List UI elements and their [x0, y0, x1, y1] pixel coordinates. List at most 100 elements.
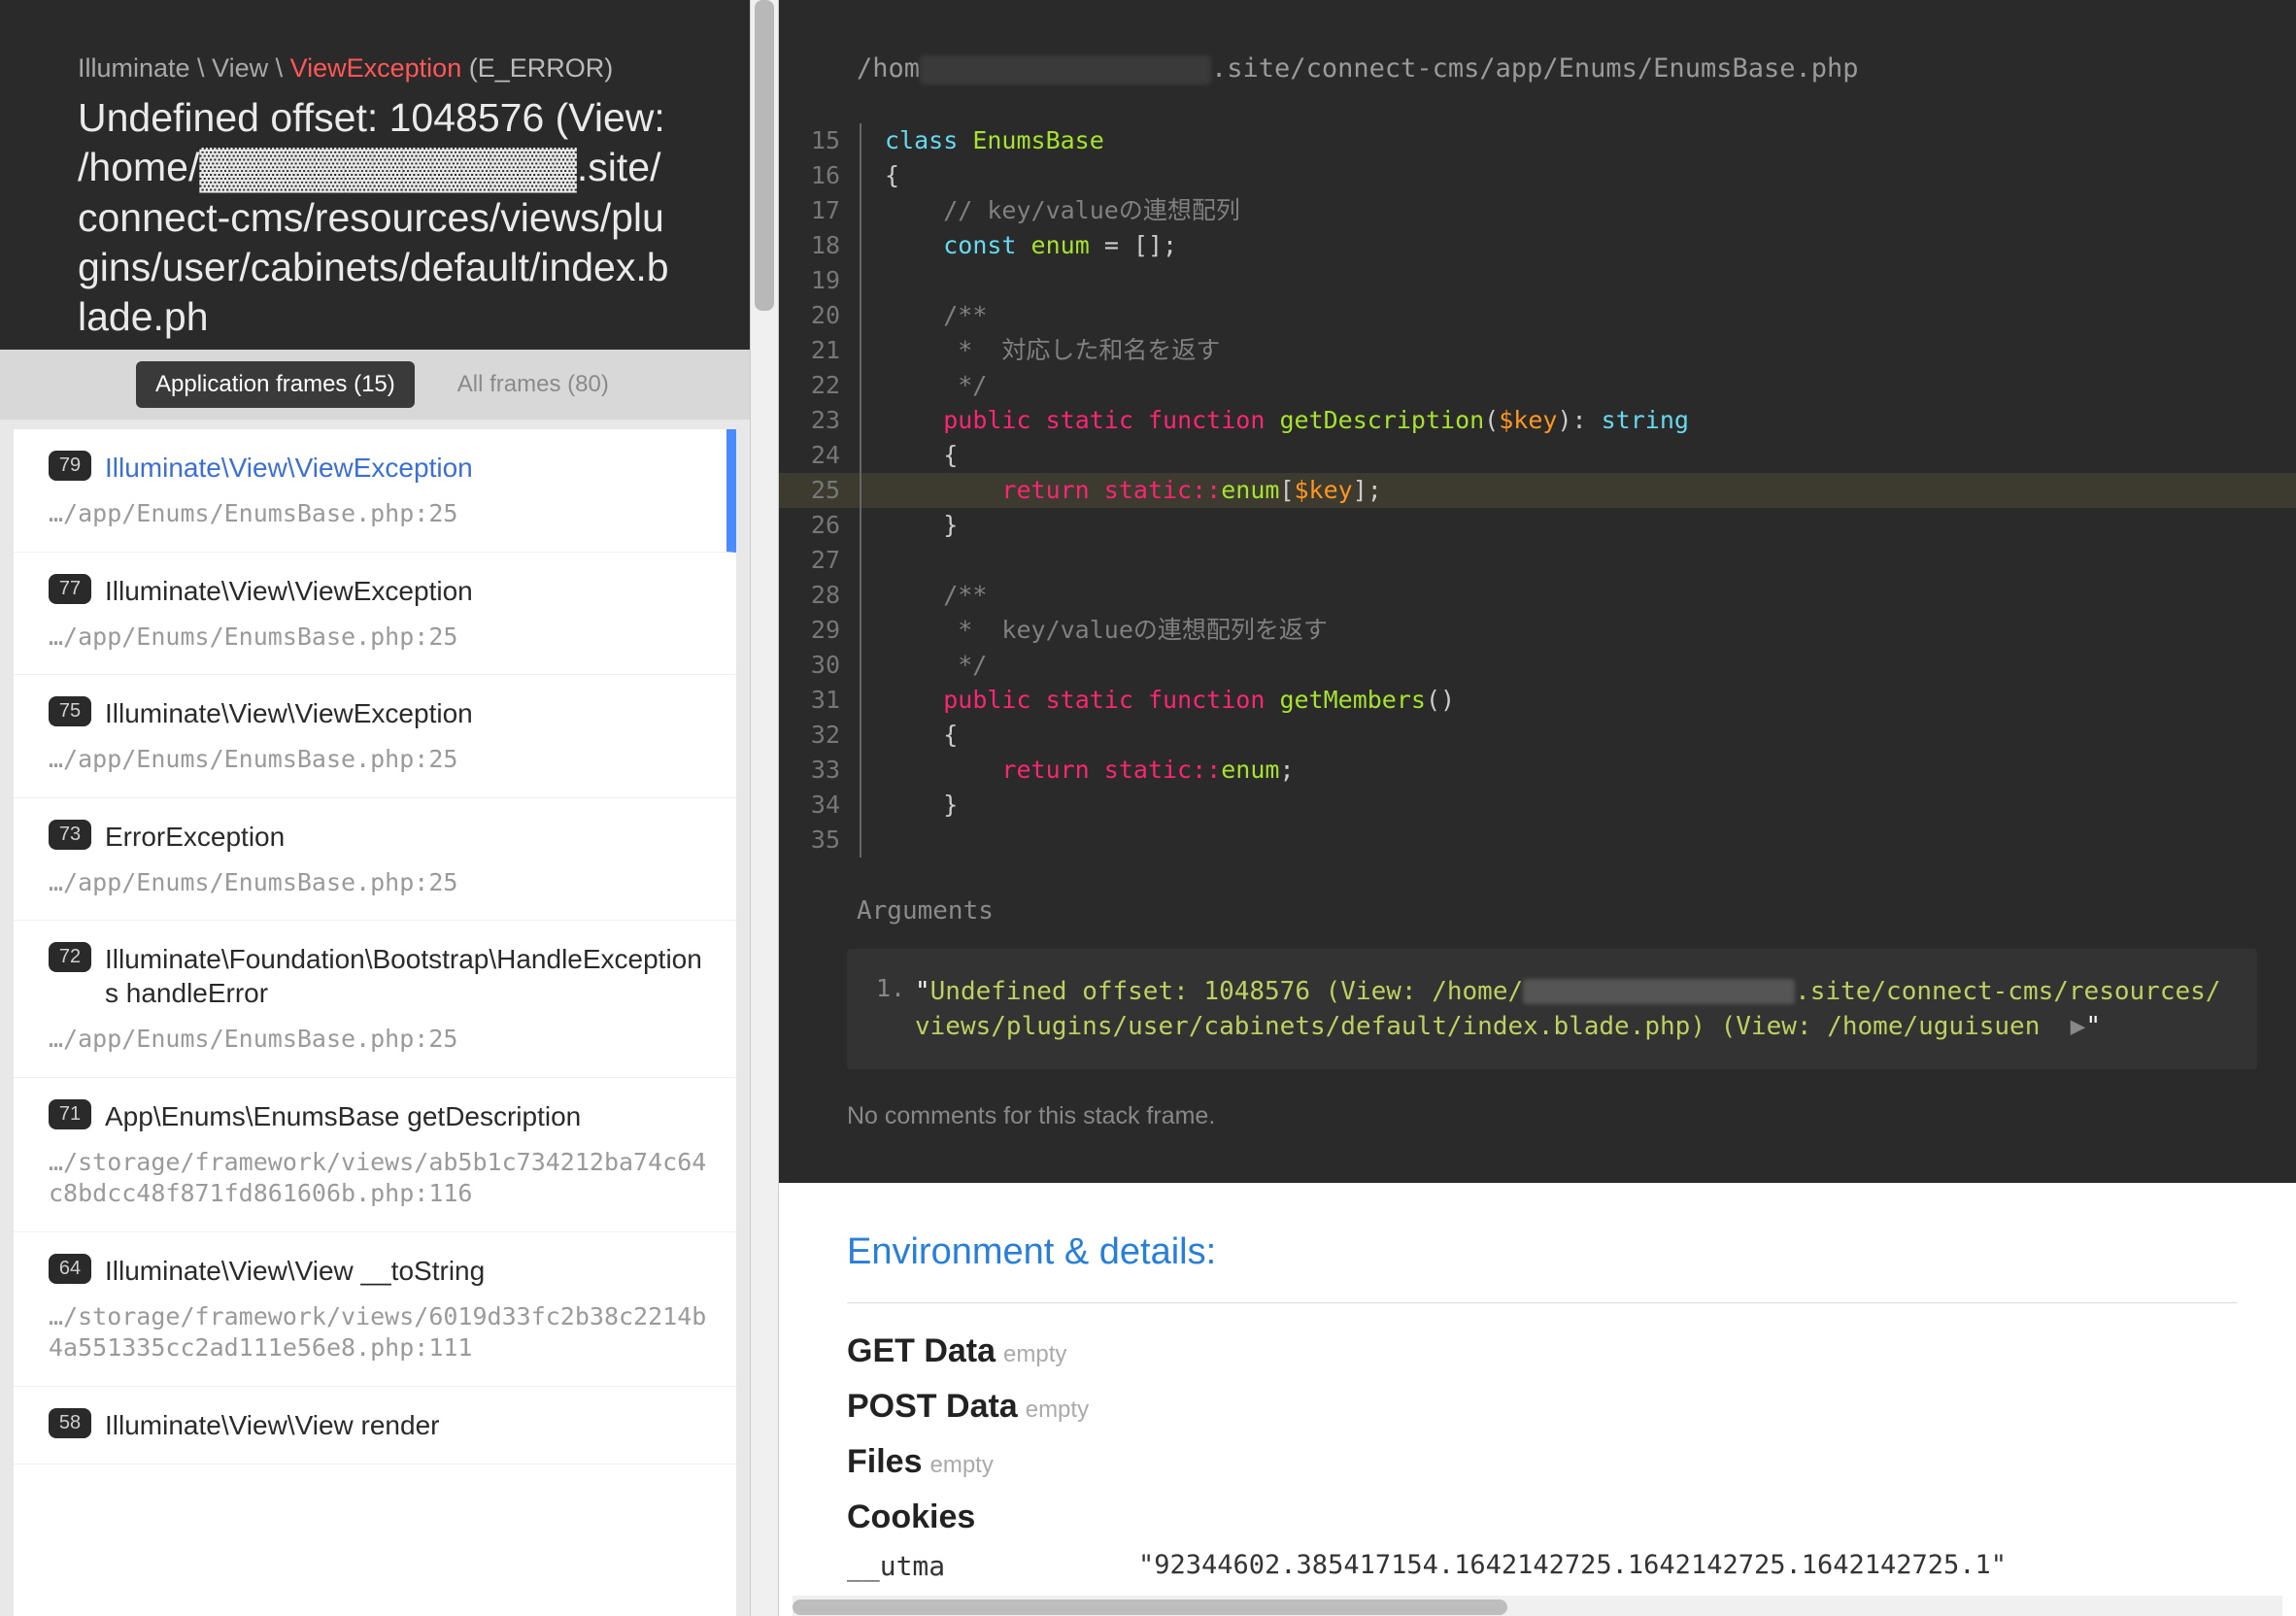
- env-empty: empty: [1003, 1341, 1066, 1367]
- env-label: POST Data: [847, 1388, 1018, 1425]
- line-number: 26: [779, 508, 861, 543]
- line-number: 25: [779, 473, 861, 508]
- env-item: Cookies__utma"92344602.385417154.1642142…: [847, 1498, 2238, 1596]
- frame-title: Illuminate\View\ViewException: [105, 696, 473, 730]
- frame-title: ErrorException: [105, 820, 285, 854]
- tab-application-frames[interactable]: Application frames (15): [136, 361, 415, 408]
- stack-frame[interactable]: 77 Illuminate\View\ViewException …/app/E…: [14, 553, 736, 676]
- redacted-argument-segment: [1523, 979, 1795, 1004]
- frame-title: App\Enums\EnumsBase getDescription: [105, 1099, 581, 1133]
- code-line: 16{: [779, 158, 2296, 193]
- frame-tabs: Application frames (15) All frames (80): [0, 350, 750, 420]
- frame-number: 64: [49, 1254, 91, 1284]
- arguments-box: 1. "Undefined offset: 1048576 (View: /ho…: [847, 949, 2257, 1070]
- code-line: 35: [779, 823, 2296, 858]
- line-code: [861, 823, 885, 858]
- frame-path: …/app/Enums/EnumsBase.php:25: [49, 867, 713, 899]
- breadcrumb-exception: ViewException: [290, 53, 462, 83]
- left-panel: Illuminate \ View \ ViewException (E_ERR…: [0, 0, 750, 1616]
- argument-pre: Undefined offset: 1048576 (View: /home/: [930, 977, 1523, 1006]
- line-code: // key/valueの連想配列: [861, 193, 1240, 228]
- stack-frame[interactable]: 64 Illuminate\View\View __toString …/sto…: [14, 1232, 736, 1387]
- tab-all-frames[interactable]: All frames (80): [438, 361, 628, 408]
- line-code: */: [861, 368, 987, 403]
- line-code: {: [861, 718, 958, 753]
- line-number: 16: [779, 158, 861, 193]
- code-line: 19: [779, 263, 2296, 298]
- code-line: 21 * 対応した和名を返す: [779, 333, 2296, 368]
- frame-path: …/storage/framework/views/6019d33fc2b38c…: [49, 1301, 713, 1364]
- frame-number: 79: [49, 451, 91, 481]
- stack-frame[interactable]: 72 Illuminate\Foundation\Bootstrap\Handl…: [14, 921, 736, 1078]
- path-prefix: /hom: [857, 53, 920, 84]
- stack-frame[interactable]: 75 Illuminate\View\ViewException …/app/E…: [14, 675, 736, 798]
- breadcrumb: Illuminate \ View \ ViewException (E_ERR…: [78, 53, 672, 84]
- env-item: Filesempty: [847, 1443, 2238, 1481]
- frames-list[interactable]: 79 Illuminate\View\ViewException …/app/E…: [14, 429, 736, 1616]
- line-number: 21: [779, 333, 861, 368]
- line-number: 30: [779, 648, 861, 683]
- line-number: 28: [779, 578, 861, 613]
- line-number: 22: [779, 368, 861, 403]
- line-code: public static function getDescription($k…: [861, 403, 1689, 438]
- stack-frame[interactable]: 79 Illuminate\View\ViewException …/app/E…: [14, 429, 736, 553]
- code-line: 22 */: [779, 368, 2296, 403]
- error-message: Undefined offset: 1048576 (View: /home/▓…: [78, 93, 672, 342]
- line-code: */: [861, 648, 987, 683]
- line-code: }: [861, 788, 958, 823]
- source-file-path: /hom.site/connect-cms/app/Enums/EnumsBas…: [779, 0, 2296, 123]
- line-number: 20: [779, 298, 861, 333]
- code-line: 30 */: [779, 648, 2296, 683]
- line-code: }: [861, 508, 958, 543]
- line-number: 19: [779, 263, 861, 298]
- env-label: GET Data: [847, 1332, 996, 1369]
- line-code: /**: [861, 298, 987, 333]
- frame-path: …/app/Enums/EnumsBase.php:25: [49, 498, 703, 530]
- line-number: 31: [779, 683, 861, 718]
- environment-title: Environment & details:: [847, 1231, 2238, 1273]
- code-line: 20 /**: [779, 298, 2296, 333]
- stack-frame[interactable]: 58 Illuminate\View\View render: [14, 1387, 736, 1464]
- code-line: 33 return static::enum;: [779, 753, 2296, 788]
- env-label: Files: [847, 1443, 922, 1480]
- scrollbar-thumb[interactable]: [755, 0, 774, 311]
- line-number: 17: [779, 193, 861, 228]
- env-value: "92344602.385417154.1642142725.164214272…: [1138, 1550, 2007, 1582]
- code-line: 18 const enum = [];: [779, 228, 2296, 263]
- line-number: 32: [779, 718, 861, 753]
- frame-title: Illuminate\Foundation\Bootstrap\HandleEx…: [105, 942, 713, 1010]
- line-number: 34: [779, 788, 861, 823]
- stack-frame[interactable]: 71 App\Enums\EnumsBase getDescription …/…: [14, 1078, 736, 1232]
- frame-number: 58: [49, 1408, 91, 1438]
- bottom-scrollbar[interactable]: [793, 1596, 2282, 1616]
- code-panel: /hom.site/connect-cms/app/Enums/EnumsBas…: [779, 0, 2296, 1183]
- line-code: public static function getMembers(): [861, 683, 1455, 718]
- line-code: return static::enum[$key];: [861, 473, 1382, 508]
- bottom-scrollbar-thumb[interactable]: [793, 1599, 1507, 1615]
- code-line: 31 public static function getMembers(): [779, 683, 2296, 718]
- code-line: 24 {: [779, 438, 2296, 473]
- line-number: 18: [779, 228, 861, 263]
- frame-title: Illuminate\View\ViewException: [105, 574, 473, 608]
- code-line: 25 return static::enum[$key];: [779, 473, 2296, 508]
- line-number: 29: [779, 613, 861, 648]
- divider: [847, 1302, 2238, 1303]
- breadcrumb-ns: Illuminate \ View \: [78, 53, 290, 83]
- frame-path: …/storage/framework/views/ab5b1c734212ba…: [49, 1147, 713, 1210]
- code-line: 29 * key/valueの連想配列を返す: [779, 613, 2296, 648]
- code-line: 15class EnumsBase: [779, 123, 2296, 158]
- line-number: 27: [779, 543, 861, 578]
- line-code: {: [861, 438, 958, 473]
- stack-frame[interactable]: 73 ErrorException …/app/Enums/EnumsBase.…: [14, 798, 736, 922]
- env-empty: empty: [1026, 1397, 1089, 1423]
- left-scrollbar[interactable]: [750, 0, 779, 1616]
- line-code: class EnumsBase: [861, 123, 1104, 158]
- env-table: __utma"92344602.385417154.1642142725.164…: [847, 1550, 2238, 1596]
- line-number: 33: [779, 753, 861, 788]
- code-line: 17 // key/valueの連想配列: [779, 193, 2296, 228]
- line-code: [861, 263, 885, 298]
- line-code: return static::enum;: [861, 753, 1295, 788]
- line-code: /**: [861, 578, 987, 613]
- frame-path: …/app/Enums/EnumsBase.php:25: [49, 744, 713, 776]
- code-line: 26 }: [779, 508, 2296, 543]
